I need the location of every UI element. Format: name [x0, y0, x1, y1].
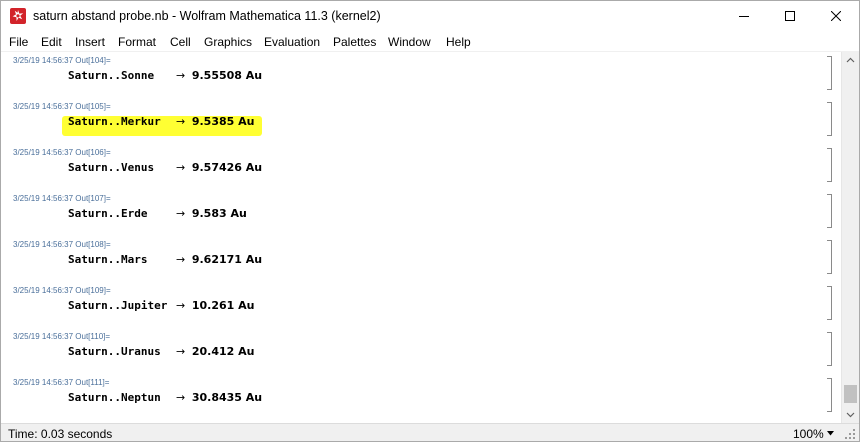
cell-expression: Saturn..Venus → 9.57426 Au: [68, 161, 262, 177]
cell-bracket[interactable]: [827, 102, 832, 136]
cell-name: Saturn..Merkur: [68, 115, 161, 128]
chevron-down-icon: [846, 412, 855, 418]
cell-bracket[interactable]: [827, 378, 832, 412]
output-cell[interactable]: 3/25/19 14:56:37 Out[110]= Saturn..Uranu…: [1, 328, 841, 374]
status-bar: Time: 0.03 seconds 100%: [1, 423, 859, 441]
cell-name: Saturn..Sonne: [68, 69, 155, 82]
cell-result: → 9.62171 Au: [176, 253, 262, 266]
output-cell[interactable]: 3/25/19 14:56:37 Out[104]= Saturn..Sonne…: [1, 52, 841, 98]
window-title: saturn abstand probe.nb - Wolfram Mathem…: [33, 9, 381, 23]
menu-file[interactable]: File: [9, 35, 28, 49]
close-button[interactable]: [813, 1, 859, 32]
menu-format[interactable]: Format: [118, 35, 156, 49]
cell-expression: Saturn..Sonne → 9.55508 Au: [68, 69, 262, 85]
rule-arrow: →: [176, 299, 186, 312]
rule-arrow: →: [176, 161, 186, 174]
menu-bar: File Edit Insert Format Cell Graphics Ev…: [1, 32, 859, 52]
menu-insert[interactable]: Insert: [75, 35, 105, 49]
cell-expression: Saturn..Uranus → 20.412 Au: [68, 345, 254, 361]
scroll-up-button[interactable]: [842, 52, 859, 69]
cell-bracket[interactable]: [827, 332, 832, 366]
cell-expression: Saturn..Jupiter → 10.261 Au: [68, 299, 254, 315]
close-icon: [831, 11, 841, 21]
cell-value: 9.583 Au: [191, 207, 247, 220]
resize-grip-icon[interactable]: [844, 428, 856, 440]
cell-result: → 20.412 Au: [176, 345, 254, 358]
vertical-scrollbar[interactable]: [841, 52, 859, 423]
cell-bracket[interactable]: [827, 148, 832, 182]
maximize-button[interactable]: [767, 1, 813, 32]
cell-bracket[interactable]: [827, 286, 832, 320]
maximize-icon: [785, 11, 795, 21]
rule-arrow: →: [176, 253, 186, 266]
evaluation-time: Time: 0.03 seconds: [8, 427, 113, 441]
cell-result: → 9.55508 Au: [176, 69, 262, 82]
cell-name: Saturn..Neptun: [68, 391, 161, 404]
minimize-icon: [739, 16, 749, 17]
cell-expression: Saturn..Merkur → 9.5385 Au: [68, 115, 254, 131]
menu-window[interactable]: Window: [388, 35, 431, 49]
cell-value: 10.261 Au: [191, 299, 255, 312]
menu-palettes[interactable]: Palettes: [333, 35, 376, 49]
rule-arrow: →: [176, 115, 186, 128]
cell-expression: Saturn..Erde → 9.583 Au: [68, 207, 247, 223]
cell-name: Saturn..Erde: [68, 207, 148, 220]
output-cell[interactable]: 3/25/19 14:56:37 Out[111]= Saturn..Neptu…: [1, 374, 841, 420]
output-cell[interactable]: 3/25/19 14:56:37 Out[105]= Saturn..Merku…: [1, 98, 841, 144]
cell-name: Saturn..Mars: [68, 253, 148, 266]
rule-arrow: →: [176, 69, 186, 82]
cell-result: → 9.5385 Au: [176, 115, 254, 128]
zoom-level[interactable]: 100%: [793, 427, 824, 441]
cell-label: 3/25/19 14:56:37 Out[110]=: [13, 332, 111, 341]
zoom-dropdown-icon[interactable]: [827, 431, 834, 436]
cell-bracket[interactable]: [827, 194, 832, 228]
menu-evaluation[interactable]: Evaluation: [264, 35, 320, 49]
output-cell[interactable]: 3/25/19 14:56:37 Out[107]= Saturn..Erde …: [1, 190, 841, 236]
title-bar[interactable]: saturn abstand probe.nb - Wolfram Mathem…: [1, 1, 859, 32]
mathematica-window: saturn abstand probe.nb - Wolfram Mathem…: [0, 0, 860, 442]
cell-bracket[interactable]: [827, 240, 832, 274]
cell-result: → 10.261 Au: [176, 299, 254, 312]
menu-help[interactable]: Help: [446, 35, 471, 49]
chevron-up-icon: [846, 57, 855, 63]
notebook-content[interactable]: 3/25/19 14:56:37 Out[104]= Saturn..Sonne…: [1, 52, 841, 423]
cell-result: → 30.8435 Au: [176, 391, 262, 404]
cell-value: 9.55508 Au: [191, 69, 263, 82]
cell-expression: Saturn..Mars → 9.62171 Au: [68, 253, 262, 269]
rule-arrow: →: [176, 391, 186, 404]
cell-label: 3/25/19 14:56:37 Out[109]=: [13, 286, 111, 295]
cell-value: 9.5385 Au: [191, 115, 255, 128]
cell-label: 3/25/19 14:56:37 Out[106]=: [13, 148, 111, 157]
cell-result: → 9.583 Au: [176, 207, 247, 220]
cell-value: 30.8435 Au: [191, 391, 263, 404]
cell-name: Saturn..Uranus: [68, 345, 161, 358]
cell-name: Saturn..Venus: [68, 161, 155, 174]
rule-arrow: →: [176, 207, 186, 220]
cell-label: 3/25/19 14:56:37 Out[104]=: [13, 56, 111, 65]
cell-label: 3/25/19 14:56:37 Out[108]=: [13, 240, 111, 249]
cell-value: 9.57426 Au: [191, 161, 263, 174]
scroll-thumb[interactable]: [844, 385, 857, 403]
cell-value: 20.412 Au: [191, 345, 255, 358]
mathematica-spikey-icon[interactable]: [10, 8, 26, 24]
cell-bracket[interactable]: [827, 56, 832, 90]
scroll-down-button[interactable]: [842, 406, 859, 423]
cell-value: 9.62171 Au: [191, 253, 263, 266]
menu-edit[interactable]: Edit: [41, 35, 62, 49]
menu-cell[interactable]: Cell: [170, 35, 191, 49]
output-cell[interactable]: 3/25/19 14:56:37 Out[106]= Saturn..Venus…: [1, 144, 841, 190]
cell-label: 3/25/19 14:56:37 Out[105]=: [13, 102, 111, 111]
cell-expression: Saturn..Neptun → 30.8435 Au: [68, 391, 262, 407]
cell-label: 3/25/19 14:56:37 Out[107]=: [13, 194, 111, 203]
output-cell[interactable]: 3/25/19 14:56:37 Out[109]= Saturn..Jupit…: [1, 282, 841, 328]
minimize-button[interactable]: [721, 1, 767, 32]
cell-label: 3/25/19 14:56:37 Out[111]=: [13, 378, 110, 387]
menu-graphics[interactable]: Graphics: [204, 35, 252, 49]
rule-arrow: →: [176, 345, 186, 358]
cell-name: Saturn..Jupiter: [68, 299, 168, 312]
cell-result: → 9.57426 Au: [176, 161, 262, 174]
output-cell[interactable]: 3/25/19 14:56:37 Out[108]= Saturn..Mars …: [1, 236, 841, 282]
